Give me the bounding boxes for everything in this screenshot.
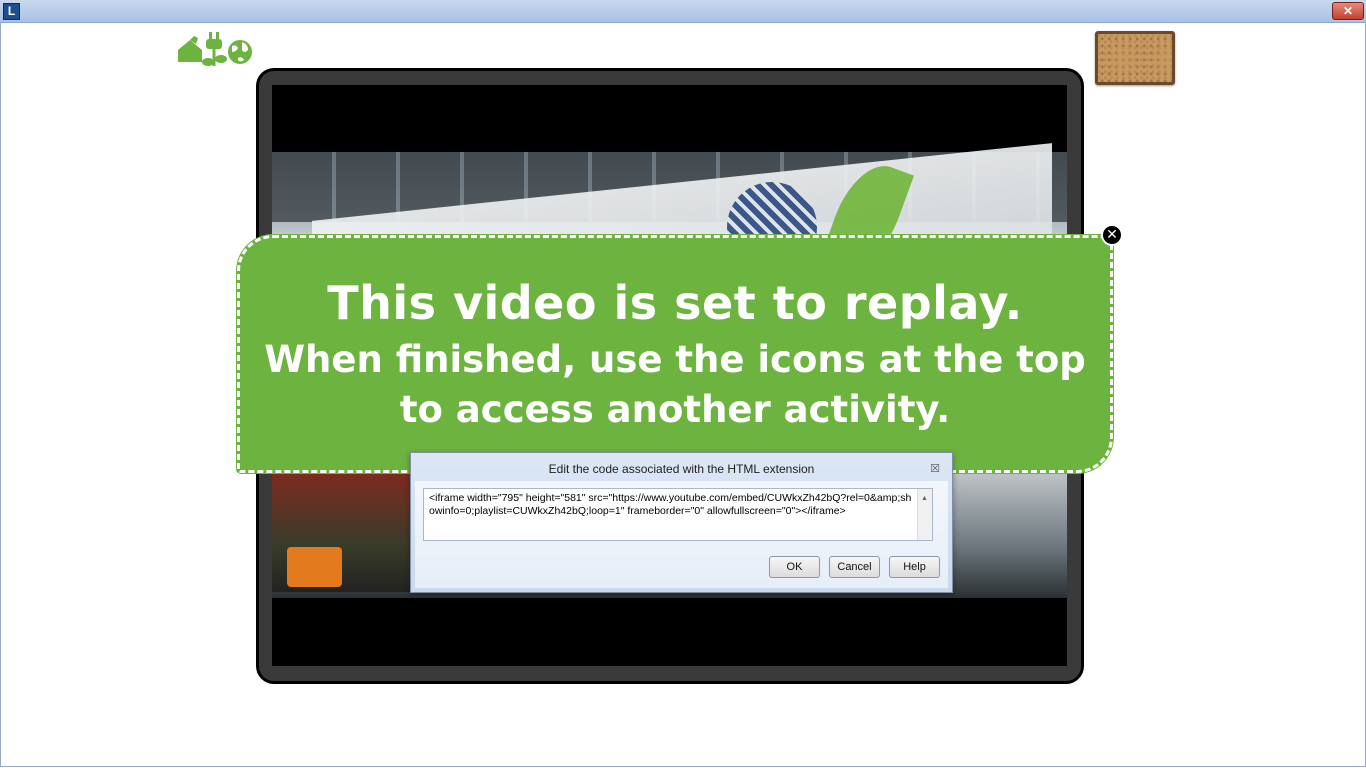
html-code-textarea[interactable]: <iframe width="795" height="581" src="ht…	[423, 488, 933, 541]
truck-equipment	[287, 547, 342, 587]
dialog-title: Edit the code associated with the HTML e…	[548, 462, 815, 476]
callout-text-line-2: to access another activity.	[399, 388, 951, 431]
app-icon: L	[3, 3, 20, 20]
help-button[interactable]: Help	[889, 556, 940, 578]
callout-heading: This video is set to replay.	[327, 276, 1023, 330]
ok-button[interactable]: OK	[769, 556, 820, 578]
cancel-button[interactable]: Cancel	[829, 556, 880, 578]
home-leaf-icon[interactable]	[176, 32, 204, 68]
edit-html-dialog: Edit the code associated with the HTML e…	[410, 452, 953, 593]
callout-close-icon[interactable]: ✕	[1101, 224, 1123, 246]
globe-icon[interactable]	[226, 32, 256, 68]
dialog-body: <iframe width="795" height="581" src="ht…	[415, 481, 948, 588]
html-code-text: <iframe width="795" height="581" src="ht…	[429, 492, 912, 517]
corkboard-icon[interactable]	[1095, 31, 1175, 85]
callout-text-line-1: When finished, use the icons at the top	[264, 338, 1086, 381]
textarea-scrollbar[interactable]: ▲	[917, 489, 932, 540]
plug-leaf-icon[interactable]	[202, 32, 228, 72]
window-close-button[interactable]: ✕	[1332, 2, 1364, 20]
replay-notice-callout: This video is set to replay. When finish…	[237, 235, 1113, 473]
dialog-close-icon[interactable]: ☒	[928, 462, 942, 476]
scroll-up-icon[interactable]: ▲	[921, 492, 928, 505]
window-title-bar: L ✕	[0, 0, 1366, 23]
